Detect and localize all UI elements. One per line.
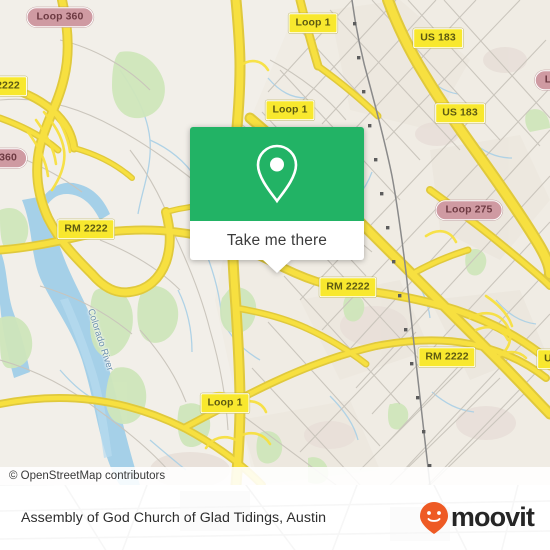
page-footer: Assembly of God Church of Glad Tidings, … [0, 485, 550, 550]
osm-attribution-text: © OpenStreetMap contributors [9, 470, 166, 482]
moovit-logo[interactable]: moovit [419, 501, 535, 535]
callout-header [190, 127, 364, 221]
take-me-there-label: Take me there [226, 231, 328, 249]
callout-pointer-tail [262, 259, 292, 273]
moovit-smiley-pin-icon [419, 501, 448, 534]
place-callout-card[interactable]: Take me there [190, 127, 364, 273]
moovit-place-card: Loop 360Loop 1US 1832222Loop 1US 183L360… [0, 0, 550, 550]
map-pin-icon [256, 144, 298, 204]
moovit-wordmark: moovit [450, 502, 535, 532]
osm-attribution-bar[interactable]: © OpenStreetMap contributors [0, 467, 550, 485]
venue-title: Assembly of God Church of Glad Tidings, … [21, 509, 327, 526]
callout-footer[interactable]: Take me there [190, 221, 364, 260]
